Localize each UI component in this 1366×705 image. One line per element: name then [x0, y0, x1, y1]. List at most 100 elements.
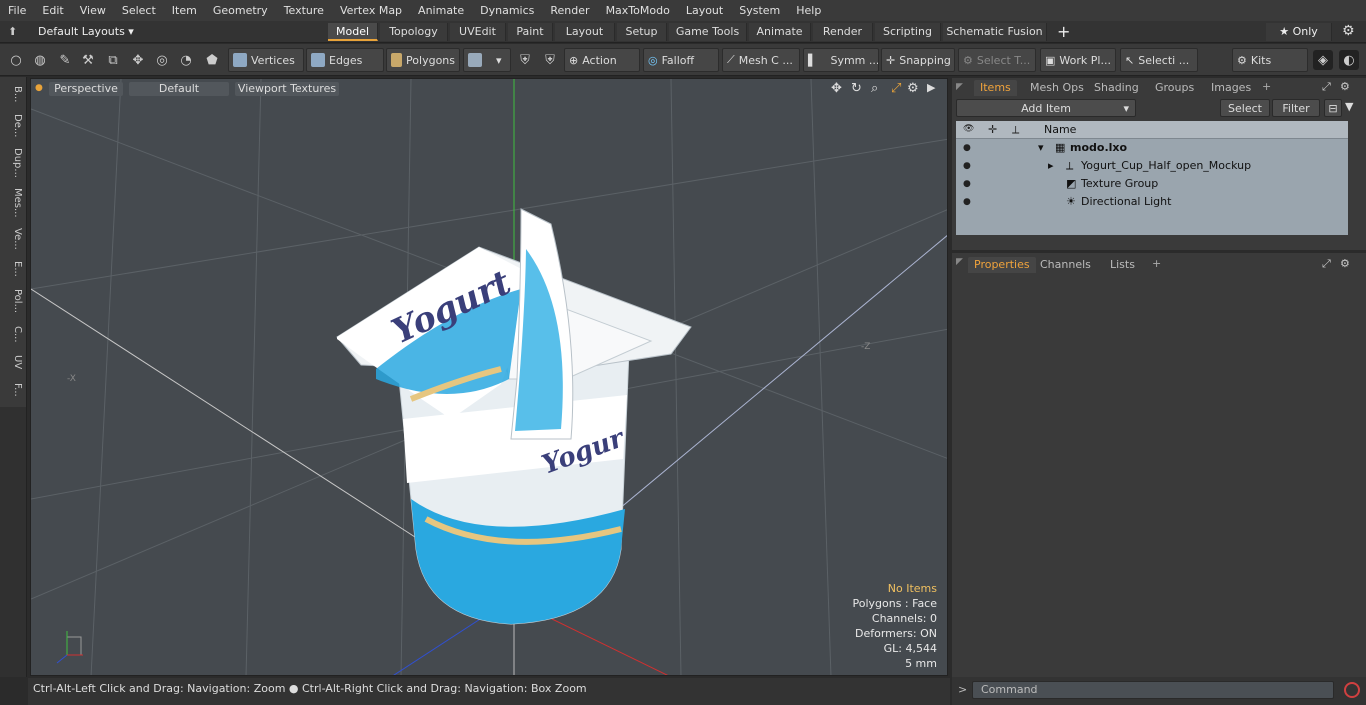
- globe-icon[interactable]: ◍: [30, 50, 50, 70]
- gear-icon[interactable]: ⚙: [1342, 23, 1355, 39]
- left-tab-deform[interactable]: De...: [3, 111, 23, 141]
- menu-file[interactable]: File: [0, 0, 34, 21]
- menu-layout[interactable]: Layout: [678, 0, 731, 21]
- tree-row-light[interactable]: ● ☀ Directional Light: [956, 193, 1348, 211]
- record-icon[interactable]: [1344, 682, 1360, 698]
- menu-dynamics[interactable]: Dynamics: [472, 0, 542, 21]
- tree-row-mesh[interactable]: ● ▸ ⟂ Yogurt_Cup_Half_open_Mockup: [956, 157, 1348, 175]
- menu-texture[interactable]: Texture: [276, 0, 332, 21]
- zoom-icon[interactable]: ⌕: [871, 81, 878, 96]
- menu-system[interactable]: System: [731, 0, 788, 21]
- tab-shading[interactable]: Shading: [1088, 80, 1145, 96]
- tab-game-tools[interactable]: Game Tools: [669, 23, 747, 41]
- panel-menu-icon[interactable]: ◤: [956, 257, 963, 267]
- menu-vertex-map[interactable]: Vertex Map: [332, 0, 410, 21]
- panel-maximize-icon[interactable]: ⤢: [1322, 257, 1331, 271]
- panel-settings-icon[interactable]: ⚙: [1340, 80, 1350, 93]
- eye-icon[interactable]: ●: [963, 180, 973, 189]
- snap-shield-icon[interactable]: ⛨: [540, 50, 560, 70]
- viewport-settings-icon[interactable]: ⚙: [907, 81, 919, 96]
- menu-edit[interactable]: Edit: [34, 0, 71, 21]
- add-tab-icon[interactable]: +: [1152, 257, 1161, 270]
- left-tab-duplicate[interactable]: Dup...: [3, 145, 23, 181]
- collapse-arrow-icon[interactable]: ▸: [1048, 157, 1054, 175]
- 3d-viewport[interactable]: Yogurt Yogur -X -Z ● Perspective Default…: [30, 78, 948, 676]
- tab-setup[interactable]: Setup: [617, 23, 667, 41]
- menu-help[interactable]: Help: [788, 0, 829, 21]
- edges-button[interactable]: Edges: [306, 48, 384, 72]
- circle-select-icon[interactable]: ○: [6, 50, 26, 70]
- pan-icon[interactable]: ✥: [831, 81, 842, 96]
- kits-button[interactable]: ⚙ Kits: [1232, 48, 1308, 72]
- left-tab-basic[interactable]: B...: [3, 81, 23, 107]
- unreal-icon[interactable]: ◐: [1339, 50, 1359, 70]
- funnel-icon[interactable]: ▼: [1345, 100, 1353, 113]
- add-tab-icon[interactable]: +: [1262, 80, 1271, 93]
- left-tab-edge[interactable]: E...: [3, 257, 23, 281]
- tab-render[interactable]: Render: [813, 23, 873, 41]
- pen-tool-icon[interactable]: ✎: [55, 50, 75, 70]
- vertices-button[interactable]: Vertices: [228, 48, 304, 72]
- symmetry-button[interactable]: ▌ Symm ...: [803, 48, 879, 72]
- move-icon[interactable]: ✥: [128, 50, 148, 70]
- layout-selector[interactable]: Default Layouts ▾: [38, 25, 134, 38]
- unity-icon[interactable]: ◈: [1313, 50, 1333, 70]
- layout-up-icon[interactable]: ⬆: [8, 25, 17, 38]
- menu-animate[interactable]: Animate: [410, 0, 472, 21]
- panel-maximize-icon[interactable]: ⤢: [1322, 80, 1331, 94]
- rotate-icon[interactable]: ◎: [152, 50, 172, 70]
- expand-icon[interactable]: ▾: [1038, 139, 1044, 157]
- left-tab-fusion[interactable]: F...: [3, 377, 23, 403]
- menu-select[interactable]: Select: [114, 0, 164, 21]
- filter-button[interactable]: Filter: [1272, 99, 1320, 117]
- selection-sets-button[interactable]: ↖ Selecti ...: [1120, 48, 1198, 72]
- tab-topology[interactable]: Topology: [380, 23, 448, 41]
- tab-channels[interactable]: Channels: [1034, 257, 1097, 273]
- left-tab-vertex[interactable]: Ve...: [3, 225, 23, 253]
- perspective-button[interactable]: Perspective: [49, 82, 123, 96]
- name-column-header[interactable]: Name: [1044, 123, 1076, 136]
- tree-row-scene[interactable]: ● ▾ ▦ modo.lxo: [956, 139, 1348, 157]
- material-dropdown[interactable]: ▾: [463, 48, 511, 72]
- panel-menu-icon[interactable]: ◤: [956, 82, 963, 92]
- snapping-button[interactable]: ✛ Snapping: [881, 48, 955, 72]
- tab-scripting[interactable]: Scripting: [875, 23, 941, 41]
- add-item-button[interactable]: Add Item ▾: [956, 99, 1136, 117]
- add-layout-icon[interactable]: +: [1057, 22, 1070, 41]
- tab-mesh-ops[interactable]: Mesh Ops: [1024, 80, 1090, 96]
- eye-icon[interactable]: ●: [963, 162, 973, 171]
- viewport-menu-icon[interactable]: ●: [35, 83, 43, 93]
- action-center-button[interactable]: ⊕ Action: [564, 48, 640, 72]
- scale-icon[interactable]: ◔: [176, 50, 196, 70]
- left-tab-curve[interactable]: C...: [3, 321, 23, 347]
- menu-view[interactable]: View: [72, 0, 114, 21]
- panel-settings-icon[interactable]: ⚙: [1340, 257, 1350, 270]
- work-plane-button[interactable]: ▣ Work Pl...: [1040, 48, 1116, 72]
- command-input[interactable]: Command: [972, 681, 1334, 699]
- tab-schematic-fusion[interactable]: Schematic Fusion: [943, 23, 1047, 41]
- item-mode-icon[interactable]: ⬟: [202, 50, 222, 70]
- tree-row-texture-group[interactable]: ● ◩ Texture Group: [956, 175, 1348, 193]
- transform-icon[interactable]: ⧉: [103, 50, 123, 70]
- collapse-icon[interactable]: ⊟: [1324, 99, 1342, 117]
- eye-icon[interactable]: ●: [963, 144, 973, 153]
- select-button[interactable]: Select: [1220, 99, 1270, 117]
- symmetry-shield-icon[interactable]: ⛨: [515, 50, 535, 70]
- falloff-button[interactable]: ◎ Falloff: [643, 48, 719, 72]
- eye-icon[interactable]: ●: [963, 198, 973, 207]
- select-through-button[interactable]: ⚙ Select T...: [958, 48, 1036, 72]
- tab-images[interactable]: Images: [1205, 80, 1257, 96]
- tab-layout[interactable]: Layout: [555, 23, 615, 41]
- yogurt-cup-model[interactable]: Yogurt Yogur: [336, 208, 692, 625]
- menu-geometry[interactable]: Geometry: [205, 0, 276, 21]
- brush-icon[interactable]: ⚒: [78, 50, 98, 70]
- tab-items[interactable]: Items: [974, 80, 1017, 96]
- viewport-textures-button[interactable]: Viewport Textures: [235, 82, 339, 96]
- tab-properties[interactable]: Properties: [968, 257, 1036, 273]
- viewport-expand-icon[interactable]: ▶: [927, 81, 935, 94]
- tab-model[interactable]: Model: [328, 23, 378, 41]
- tab-animate[interactable]: Animate: [749, 23, 811, 41]
- tab-uvedit[interactable]: UVEdit: [450, 23, 506, 41]
- orbit-icon[interactable]: ↻: [851, 81, 862, 96]
- tab-lists[interactable]: Lists: [1104, 257, 1141, 273]
